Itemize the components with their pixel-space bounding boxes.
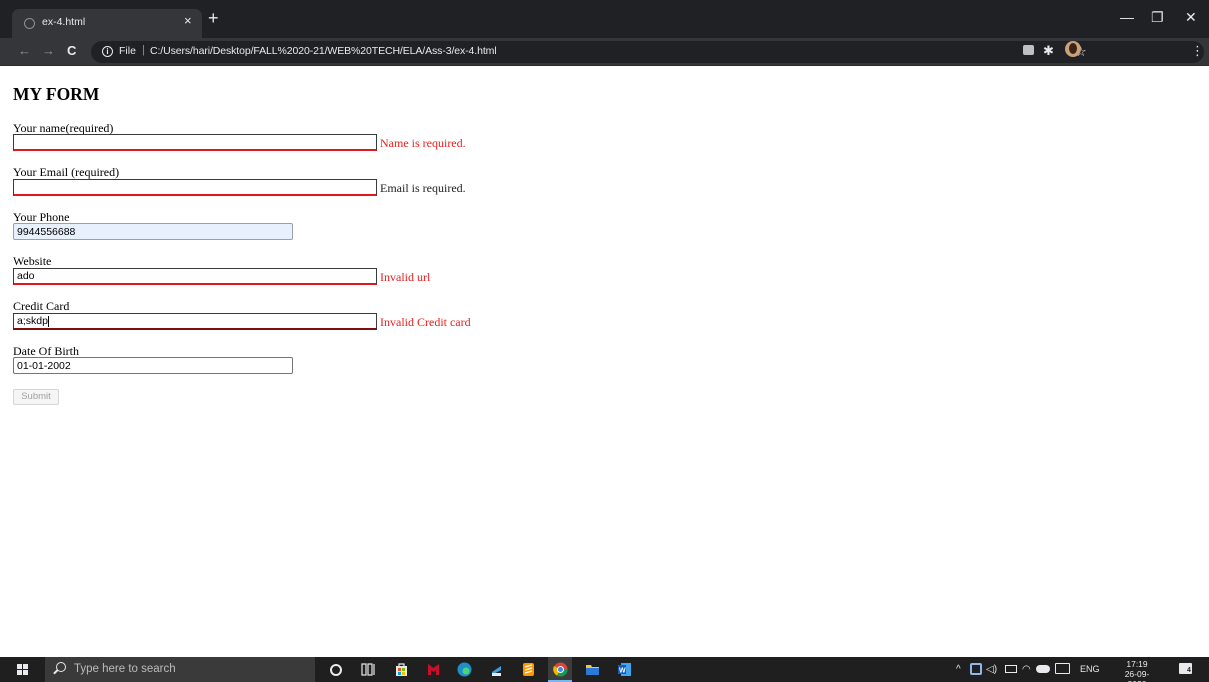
browser-toolbar: ← → C i File | C:/Users/hari/Desktop/FAL… — [0, 38, 1209, 66]
maximize-button[interactable]: ❐ — [1151, 10, 1164, 24]
cortana-icon[interactable] — [330, 664, 342, 676]
email-error-message: Email is required. — [380, 181, 466, 195]
taskbar-search-placeholder: Type here to search — [74, 663, 176, 675]
word-icon[interactable]: W — [617, 662, 632, 677]
chrome-icon[interactable] — [548, 657, 572, 682]
clock[interactable]: 17:19 26-09-2020 — [1116, 659, 1158, 682]
onedrive-icon[interactable] — [1036, 665, 1050, 673]
edge-icon[interactable] — [457, 662, 472, 677]
name-error-message: Name is required. — [380, 136, 466, 150]
address-url[interactable]: C:/Users/hari/Desktop/FALL%2020-21/WEB%2… — [150, 45, 497, 57]
address-scheme-label: File — [119, 45, 136, 57]
email-input[interactable] — [13, 179, 377, 196]
back-button[interactable]: ← — [18, 43, 31, 59]
tab-title: ex-4.html — [42, 16, 86, 28]
taskbar-search-box[interactable]: Type here to search — [45, 657, 315, 682]
volume-icon[interactable]: ◁) — [986, 663, 997, 676]
tray-chevron-icon[interactable]: ^ — [956, 663, 961, 676]
reload-button[interactable]: C — [67, 43, 76, 59]
address-bar[interactable]: i File | C:/Users/hari/Desktop/FALL%2020… — [91, 41, 1204, 63]
close-window-button[interactable]: ✕ — [1185, 10, 1197, 24]
minimize-button[interactable]: — — [1120, 10, 1134, 24]
wifi-icon[interactable]: ◠ — [1022, 663, 1031, 676]
credit-card-error-message: Invalid Credit card — [380, 315, 471, 329]
store-icon[interactable] — [394, 662, 409, 677]
email-label: Your Email (required) — [13, 165, 120, 179]
extension-square-icon[interactable] — [1023, 45, 1034, 55]
new-tab-button[interactable]: + — [208, 9, 219, 27]
task-view-icon[interactable] — [361, 662, 376, 677]
menu-kebab-icon[interactable]: ⋮ — [1191, 43, 1204, 59]
windows-start-icon[interactable] — [17, 664, 29, 675]
site-info-icon[interactable]: i — [102, 46, 113, 57]
browser-tab-bar: ex-4.html × + — ❐ ✕ — [0, 0, 1209, 38]
sublime-icon[interactable] — [521, 662, 536, 677]
credit-card-label: Credit Card — [13, 299, 70, 313]
battery-icon[interactable] — [1005, 665, 1017, 673]
dob-input[interactable] — [13, 357, 293, 374]
svg-text:W: W — [619, 668, 626, 675]
forward-button[interactable]: → — [42, 43, 55, 59]
phone-input[interactable] — [13, 223, 293, 240]
notification-icon[interactable]: 4 — [1179, 663, 1192, 674]
address-separator: | — [142, 44, 145, 56]
profile-avatar[interactable] — [1065, 41, 1081, 57]
text-caret — [48, 316, 49, 327]
mcafee-tray-icon[interactable] — [970, 663, 982, 675]
clock-date: 26-09-2020 — [1124, 669, 1150, 682]
tab-close-icon[interactable]: × — [184, 13, 192, 28]
globe-icon — [24, 18, 35, 29]
submit-button[interactable]: Submit — [13, 389, 59, 405]
notification-count: 4 — [1187, 667, 1191, 674]
name-input[interactable] — [13, 134, 377, 151]
website-error-message: Invalid url — [380, 270, 431, 284]
file-explorer-icon[interactable] — [585, 662, 600, 677]
language-indicator[interactable]: ENG — [1080, 663, 1100, 676]
page-content: MY FORM Your name(required) Name is requ… — [0, 67, 1209, 657]
website-label: Website — [13, 254, 52, 268]
credit-card-input[interactable] — [13, 313, 377, 330]
browser-tab[interactable]: ex-4.html × — [12, 9, 202, 38]
page-title: MY FORM — [13, 84, 100, 104]
keyboard-icon[interactable] — [1055, 663, 1070, 674]
search-icon — [56, 662, 66, 672]
puzzle-icon[interactable]: ✱ — [1043, 43, 1054, 59]
mcafee-icon[interactable] — [426, 662, 441, 677]
clock-time: 17:19 — [1126, 659, 1148, 669]
windows-taskbar: Type here to search W ^ ◁) ◠ ENG 17:19 2… — [0, 657, 1209, 682]
app-icon[interactable] — [489, 662, 504, 677]
website-input[interactable] — [13, 268, 377, 285]
